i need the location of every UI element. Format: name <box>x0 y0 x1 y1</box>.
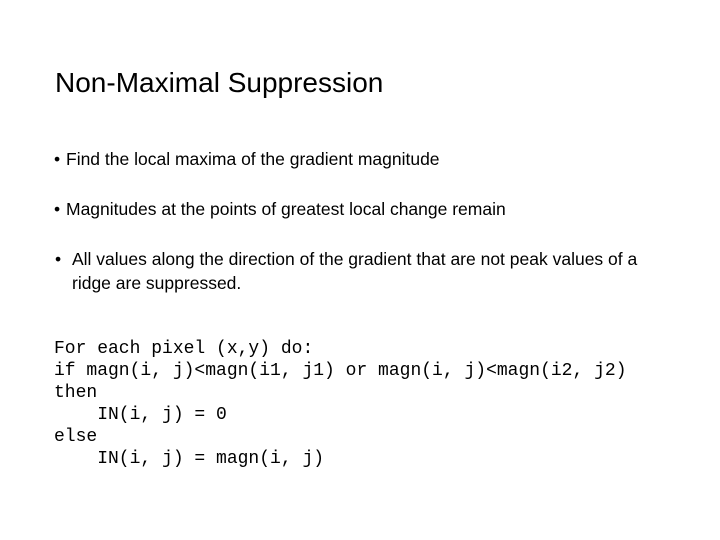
list-item: • All values along the direction of the … <box>54 247 668 295</box>
list-item: • Find the local maxima of the gradient … <box>54 147 664 171</box>
list-item-label: Find the local maxima of the gradient ma… <box>66 149 440 169</box>
list-item: • Magnitudes at the points of greatest l… <box>54 197 664 221</box>
bullet-icon: • <box>54 149 61 169</box>
bullet-icon: • <box>55 249 62 269</box>
code-line: IN(i, j) = 0 <box>54 405 227 425</box>
page-title: Non-Maximal Suppression <box>55 67 384 98</box>
code-line: then <box>54 383 98 403</box>
slide-canvas: Non-Maximal Suppression • Find the local… <box>0 0 720 540</box>
list-item-label: All values along the direction of the gr… <box>72 249 638 293</box>
code-line: For each pixel (x,y) do: <box>54 339 314 359</box>
list-item-label: Magnitudes at the points of greatest loc… <box>66 199 506 219</box>
bullet-list: • Find the local maxima of the gradient … <box>54 147 664 295</box>
code-line: else <box>54 427 98 447</box>
code-line: if magn(i, j)<magn(i1, j1) or magn(i, j)… <box>54 361 627 381</box>
pseudocode-block: For each pixel (x,y) do: if magn(i, j)<ma… <box>54 338 627 470</box>
code-line: IN(i, j) = magn(i, j) <box>54 449 325 469</box>
bullet-icon: • <box>54 199 61 219</box>
